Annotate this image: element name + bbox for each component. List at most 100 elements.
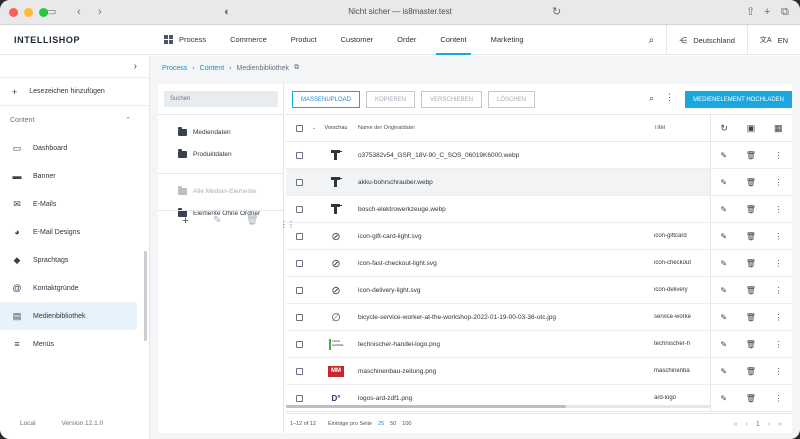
row-preview[interactable] — [318, 203, 354, 215]
trash-icon[interactable]: 🗑︎ — [746, 178, 756, 187]
row-preview[interactable]: D° — [318, 394, 354, 403]
edit-icon[interactable]: ✎ — [720, 151, 727, 160]
refresh-icon[interactable]: ↻ — [720, 123, 728, 134]
table-row[interactable]: ⊘ icon-delivery-light.svg icon-delivery ✎ 🗑︎… — [286, 277, 792, 304]
edit-icon[interactable]: ✎ — [720, 313, 727, 322]
table-row[interactable]: o375382v54_GSR_18V-90_C_SOS_06019K6000.w… — [286, 142, 792, 169]
column-name[interactable]: Name der Originaldatei — [354, 125, 654, 131]
folder-item-all-media[interactable]: Alle Median-Elemente — [158, 180, 283, 202]
per-page-100[interactable]: 100 — [402, 421, 411, 427]
row-checkbox[interactable] — [295, 313, 303, 321]
share-icon[interactable]: ⇧ — [746, 5, 755, 19]
copy-button[interactable]: KOPIEREN — [366, 91, 416, 108]
sidebar-item-email-designs[interactable]: ◕ E-Mail Designs — [0, 218, 137, 246]
current-page[interactable]: 1 — [756, 421, 760, 428]
add-bookmark-button[interactable]: + Lesezeichen hinzufügen — [0, 78, 149, 106]
minimize-window-button[interactable] — [24, 7, 33, 17]
nav-order[interactable]: Order — [385, 25, 428, 55]
more-vertical-icon[interactable]: ⋮ — [665, 92, 674, 103]
more-vertical-icon[interactable]: ⋮ — [775, 340, 783, 349]
back-icon[interactable]: ‹ — [77, 5, 81, 19]
row-preview[interactable]: ⊘ — [318, 284, 354, 297]
more-vertical-icon[interactable]: ⋮ — [775, 313, 783, 322]
privacy-shield-icon[interactable]: ◐ — [224, 5, 231, 19]
scrollbar-thumb[interactable] — [286, 405, 566, 408]
row-checkbox[interactable] — [295, 232, 303, 240]
edit-icon[interactable]: ✎ — [720, 394, 727, 403]
table-row[interactable]: ∅ bicycle-service-worker-at-the-workshop-… — [286, 304, 792, 331]
copy-icon[interactable]: ⧉ — [294, 64, 299, 72]
more-vertical-icon[interactable]: ⋮ — [775, 178, 783, 187]
trash-icon[interactable]: 🗑︎ — [746, 151, 756, 160]
edit-icon[interactable]: ✎ — [720, 367, 727, 376]
trash-icon[interactable]: 🗑︎ — [746, 259, 756, 268]
global-search-button[interactable]: ⌕ — [637, 25, 667, 55]
edit-icon[interactable]: ✎ — [720, 259, 727, 268]
move-button[interactable]: VERSCHIEBEN — [421, 91, 483, 108]
more-vertical-icon[interactable]: ⋮ — [775, 286, 783, 295]
delete-folder-icon[interactable]: 🗑︎ — [246, 215, 259, 226]
search-icon[interactable]: ⌕ — [649, 93, 654, 104]
edit-icon[interactable]: ✎ — [720, 205, 727, 214]
sidebar-item-kontaktgruende[interactable]: @ Kontaktgründe — [0, 274, 137, 302]
row-checkbox[interactable] — [295, 367, 303, 375]
nav-product[interactable]: Product — [279, 25, 329, 55]
row-preview[interactable] — [318, 149, 354, 161]
upload-media-button[interactable]: MEDIENELEMENT HOCHLADEN — [685, 91, 792, 108]
table-row[interactable]: MM maschinenbau-zeitung.png maschinenba ✎ 🗑︎… — [286, 358, 792, 385]
edit-icon[interactable]: ✎ — [720, 286, 727, 295]
country-selector[interactable]: ⋲ Deutschland — [666, 25, 747, 55]
more-vertical-icon[interactable]: ⋮ — [775, 259, 783, 268]
trash-icon[interactable]: 🗑︎ — [746, 367, 756, 376]
table-row[interactable]: bosch-elektrowerkzeuge.webp ✎ 🗑︎ ⋮ — [286, 196, 792, 223]
row-checkbox[interactable] — [295, 178, 303, 186]
row-preview[interactable]: TECH HANDEL — [318, 338, 354, 350]
prev-page-icon[interactable]: ‹ — [746, 421, 748, 428]
per-page-50[interactable]: 50 — [390, 421, 396, 427]
table-row[interactable]: akku-bohrschrauber.webp ✎ 🗑︎ ⋮ — [286, 169, 792, 196]
more-vertical-icon[interactable]: ⋮ — [775, 367, 783, 376]
last-page-icon[interactable]: » — [778, 421, 782, 428]
trash-icon[interactable]: 🗑︎ — [746, 232, 756, 241]
add-folder-icon[interactable]: + — [182, 215, 188, 227]
sidebar-section-content[interactable]: Content ⌃ — [0, 106, 149, 134]
edit-icon[interactable]: ✎ — [720, 178, 727, 187]
sidebar-item-medienbibliothek[interactable]: ▤ Medienbibliothek — [0, 302, 137, 330]
sidebar-item-emails[interactable]: ✉ E-Mails — [0, 190, 137, 218]
trash-icon[interactable]: 🗑︎ — [746, 394, 756, 403]
breadcrumb-content[interactable]: Content — [200, 65, 225, 72]
column-title[interactable]: Titel — [654, 125, 702, 131]
trash-icon[interactable]: 🗑︎ — [746, 313, 756, 322]
row-preview[interactable]: ⊘ — [318, 230, 354, 243]
sidebar-item-menues[interactable]: ≡ Menüs — [0, 330, 137, 358]
folder-item-mediendaten[interactable]: Mediendaten — [158, 121, 283, 143]
close-window-button[interactable] — [9, 7, 18, 17]
sidebar-collapse-button[interactable]: › — [0, 56, 149, 78]
trash-icon[interactable]: 🗑︎ — [746, 286, 756, 295]
sidebar-item-dashboard[interactable]: ▭ Dashboard — [0, 134, 137, 162]
horizontal-scrollbar[interactable] — [286, 405, 710, 408]
folder-item-produktdaten[interactable]: Produktdaten — [158, 143, 283, 165]
row-preview[interactable]: ⊘ — [318, 257, 354, 270]
table-row[interactable]: ⊘ icon-fast-checkout-light.svg icon-checko… — [286, 250, 792, 277]
first-page-icon[interactable]: « — [734, 421, 738, 428]
trash-icon[interactable]: 🗑︎ — [746, 205, 756, 214]
row-preview[interactable]: MM — [318, 365, 354, 377]
address-bar[interactable]: Nicht sicher — is8master.test — [348, 5, 452, 19]
nav-commerce[interactable]: Commerce — [218, 25, 279, 55]
archive-icon[interactable]: ▣ — [747, 123, 756, 134]
grid-view-icon[interactable]: ▦ — [774, 123, 783, 134]
sidebar-scrollbar[interactable] — [144, 251, 147, 341]
select-all-checkbox[interactable] — [295, 124, 303, 132]
row-preview[interactable] — [318, 176, 354, 188]
nav-customer[interactable]: Customer — [329, 25, 386, 55]
breadcrumb-process[interactable]: Process — [162, 65, 187, 72]
delete-button[interactable]: LÖSCHEN — [488, 91, 536, 108]
sidebar-item-sprachtags[interactable]: ◆ Sprachtags — [0, 246, 137, 274]
next-page-icon[interactable]: › — [768, 421, 770, 428]
edit-folder-icon[interactable]: ✎ — [213, 215, 221, 226]
more-vertical-icon[interactable]: ⋮ — [775, 394, 783, 403]
language-selector[interactable]: 文A EN — [746, 25, 800, 55]
row-checkbox[interactable] — [295, 286, 303, 294]
brand-logo[interactable]: INTELLISHOP — [14, 35, 152, 45]
